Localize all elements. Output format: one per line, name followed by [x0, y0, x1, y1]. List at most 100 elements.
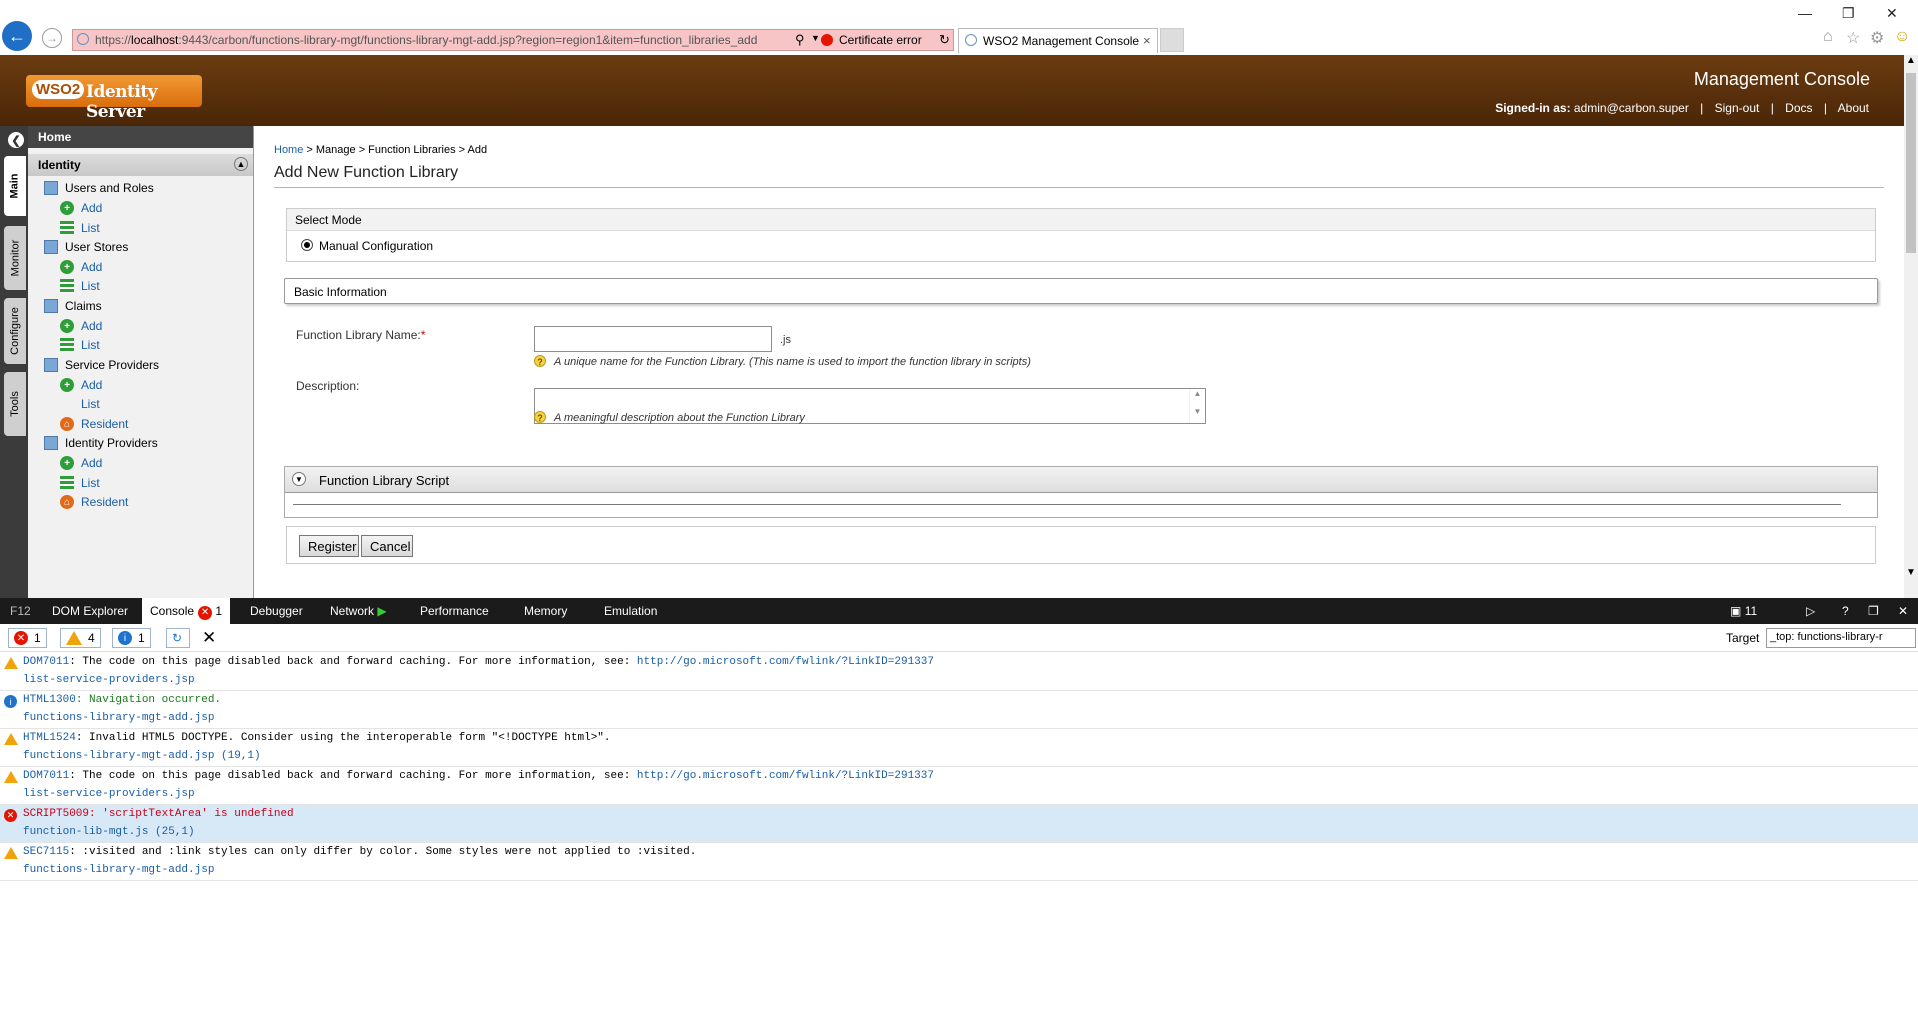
tab-tools[interactable]: Tools — [4, 372, 26, 436]
close-window-icon[interactable]: ✕ — [1886, 5, 1898, 22]
scroll-up-icon[interactable]: ▲ — [1906, 55, 1916, 66]
about-link[interactable]: About — [1838, 101, 1869, 115]
search-icon[interactable]: ⚲ — [795, 32, 805, 48]
scroll-down-icon[interactable]: ▼ — [1906, 567, 1916, 578]
devtools-tab-memory[interactable]: Memory — [524, 604, 567, 618]
signout-link[interactable]: Sign-out — [1715, 101, 1760, 115]
menu-idp-resident[interactable]: ⌂ Resident — [60, 492, 128, 512]
menu-sp-add[interactable]: + Add — [60, 375, 102, 395]
list-icon — [60, 476, 74, 490]
forward-button[interactable]: → — [42, 28, 62, 48]
tab-favicon-icon — [965, 34, 977, 46]
menu-idp-add[interactable]: + Add — [60, 453, 102, 473]
source-link[interactable]: list-service-providers.jsp — [23, 788, 195, 800]
menu-identity-providers[interactable]: Identity Providers — [44, 433, 158, 453]
menu-claims-list[interactable]: List — [60, 335, 100, 355]
tab-configure[interactable]: Configure — [4, 298, 26, 364]
back-button[interactable]: ← — [2, 21, 32, 51]
register-button[interactable]: Register — [299, 535, 359, 557]
chevron-down-icon[interactable]: ▼ — [292, 472, 306, 486]
console-output: DOM7011: The code on this page disabled … — [0, 653, 1918, 1010]
menu-sp-list[interactable]: List — [60, 394, 100, 414]
settings-gear-icon[interactable]: ⚙ — [1870, 28, 1884, 48]
target-select[interactable]: _top: functions-library-r — [1766, 628, 1916, 648]
clear-console-icon[interactable]: ✕ — [202, 628, 216, 648]
favorites-icon[interactable]: ☆ — [1846, 28, 1860, 48]
textarea-scrollbar[interactable]: ▲ ▼ — [1189, 389, 1205, 423]
tab-monitor[interactable]: Monitor — [4, 226, 26, 290]
menu-user-stores[interactable]: User Stores — [44, 237, 128, 257]
menu-users-and-roles[interactable]: Users and Roles — [44, 178, 154, 198]
source-link[interactable]: function-lib-mgt.js (25,1) — [23, 826, 195, 838]
refresh-icon[interactable]: ↻ — [939, 32, 950, 48]
address-url[interactable]: https://localhost:9443/carbon/functions-… — [95, 33, 801, 47]
devtools-f12[interactable]: F12 — [10, 604, 31, 618]
filter-warnings-button[interactable]: 4 — [60, 628, 101, 648]
devtools-tab-emulation[interactable]: Emulation — [604, 604, 657, 618]
menu-idp-list[interactable]: List — [60, 473, 100, 493]
console-message[interactable]: SEC7115: :visited and :link styles can o… — [0, 843, 1918, 881]
menu-section-identity[interactable]: Identity ▲ — [28, 154, 253, 176]
console-message[interactable]: i HTML1300: Navigation occurred. functio… — [0, 691, 1918, 729]
console-message[interactable]: DOM7011: The code on this page disabled … — [0, 653, 1918, 691]
console-message[interactable]: DOM7011: The code on this page disabled … — [0, 767, 1918, 805]
devtools-tab-console[interactable]: Console ✕ 1 — [142, 598, 231, 624]
menu-sp-resident[interactable]: ⌂ Resident — [60, 414, 128, 434]
js-suffix: .js — [780, 334, 791, 346]
wso2-logo[interactable]: WSO2 Identity Server — [26, 75, 202, 122]
source-link[interactable]: functions-library-mgt-add.jsp (19,1) — [23, 750, 261, 762]
manual-config-label[interactable]: Manual Configuration — [319, 239, 433, 253]
new-tab-button[interactable] — [1160, 28, 1184, 52]
filter-info-button[interactable]: i1 — [112, 628, 151, 648]
manual-config-radio[interactable] — [301, 239, 313, 251]
devtools-tab-network[interactable]: Network ▶ — [330, 604, 387, 618]
main-content: Home > Manage > Function Libraries > Add… — [254, 126, 1904, 598]
help-link[interactable]: http://go.microsoft.com/fwlink/?LinkID=2… — [637, 656, 934, 668]
menu-userstores-list[interactable]: List — [60, 276, 100, 296]
tab-close-icon[interactable]: × — [1143, 33, 1151, 48]
signed-in-label: Signed-in as: — [1495, 101, 1571, 115]
console-message[interactable]: HTML1524: Invalid HTML5 DOCTYPE. Conside… — [0, 729, 1918, 767]
dropdown-icon[interactable]: ▼ — [811, 33, 820, 43]
scrollbar-thumb[interactable] — [1906, 73, 1916, 253]
help-devtools-icon[interactable]: ? — [1842, 604, 1849, 618]
undock-icon[interactable]: ❐ — [1868, 604, 1879, 618]
collapse-menu-icon[interactable]: ❮ — [8, 132, 24, 148]
source-link[interactable]: functions-library-mgt-add.jsp — [23, 864, 214, 876]
close-devtools-icon[interactable]: ✕ — [1898, 604, 1908, 618]
function-library-name-input[interactable] — [534, 326, 772, 352]
select-mode-box: Select Mode Manual Configuration — [286, 208, 1876, 262]
certificate-error[interactable]: Certificate error — [839, 33, 922, 47]
tab-main[interactable]: Main — [4, 156, 26, 216]
console-toggle-icon[interactable]: ▷ — [1806, 604, 1815, 618]
source-link[interactable]: list-service-providers.jsp — [23, 674, 195, 686]
docs-link[interactable]: Docs — [1785, 101, 1812, 115]
clear-on-navigate-button[interactable]: ↻ — [166, 628, 190, 648]
devtools-tab-dom-explorer[interactable]: DOM Explorer — [52, 604, 128, 618]
menu-home[interactable]: Home — [28, 126, 253, 148]
smiley-icon[interactable]: ☺ — [1894, 28, 1910, 46]
page-scrollbar[interactable]: ▲ ▼ — [1904, 55, 1918, 598]
menu-service-providers[interactable]: Service Providers — [44, 355, 159, 375]
devtools-tab-performance[interactable]: Performance — [420, 604, 489, 618]
restore-icon[interactable]: ❐ — [1842, 5, 1855, 22]
cancel-button[interactable]: Cancel — [361, 535, 413, 557]
menu-users-list[interactable]: List — [60, 218, 100, 238]
minimize-icon[interactable]: — — [1798, 5, 1812, 21]
chevron-up-icon[interactable]: ▲ — [234, 157, 248, 171]
menu-claims[interactable]: Claims — [44, 296, 102, 316]
menu-userstores-add[interactable]: + Add — [60, 257, 102, 277]
devtools-tab-debugger[interactable]: Debugger — [250, 604, 303, 618]
menu-users-add[interactable]: + Add — [60, 198, 102, 218]
filter-errors-button[interactable]: ✕ 1 — [8, 628, 47, 648]
breadcrumb-home-link[interactable]: Home — [274, 144, 303, 156]
source-link[interactable]: functions-library-mgt-add.jsp — [23, 712, 214, 724]
help-link[interactable]: http://go.microsoft.com/fwlink/?LinkID=2… — [637, 770, 934, 782]
address-bar[interactable]: https://localhost:9443/carbon/functions-… — [72, 29, 954, 51]
browser-tab[interactable]: WSO2 Management Console × — [958, 28, 1158, 53]
home-icon[interactable]: ⌂ — [1823, 28, 1833, 46]
menu-claims-add[interactable]: + Add — [60, 316, 102, 336]
emulation-indicator[interactable]: ▣ 11 — [1730, 604, 1757, 618]
script-section-header[interactable]: ▼ Function Library Script — [285, 467, 1877, 493]
console-message-error[interactable]: ✕ SCRIPT5009: 'scriptTextArea' is undefi… — [0, 805, 1918, 843]
